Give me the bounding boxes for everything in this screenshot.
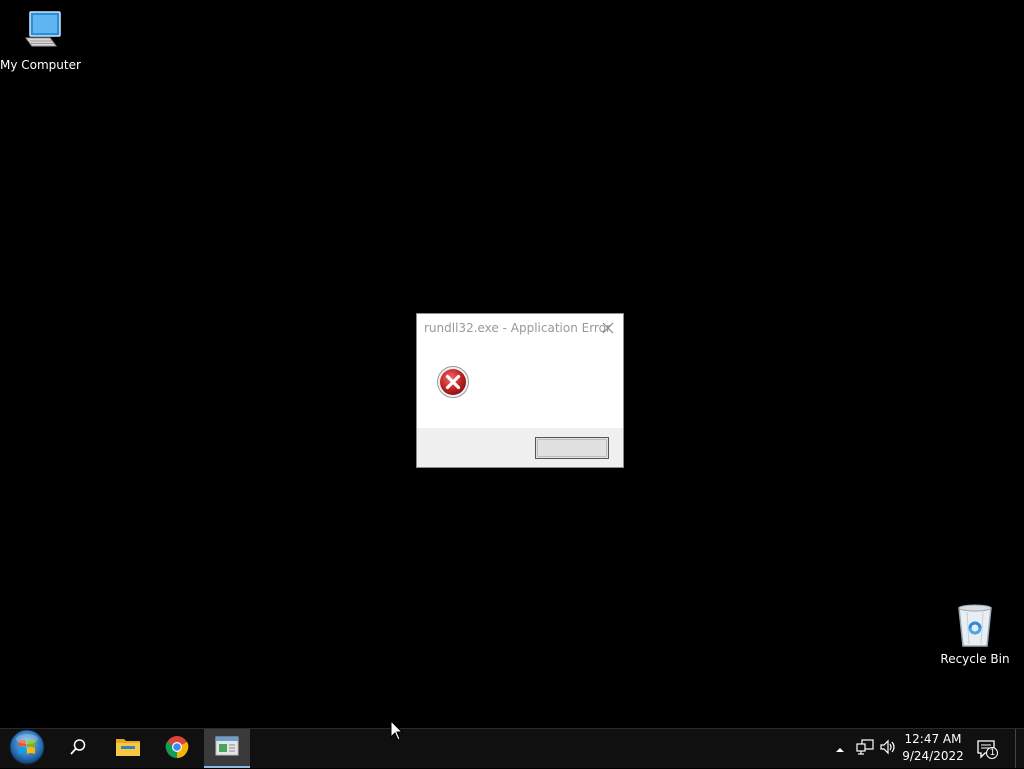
computer-icon	[16, 8, 64, 56]
notification-count-badge: 1	[989, 747, 996, 758]
tray-overflow-button[interactable]	[832, 729, 848, 768]
search-button[interactable]	[56, 729, 100, 768]
taskbar-active-app[interactable]	[204, 729, 250, 768]
close-button[interactable]	[593, 314, 623, 342]
error-dialog: rundll32.exe - Application Error	[416, 313, 624, 468]
dialog-footer	[417, 428, 623, 467]
desktop: My Computer Recycle Bin rundll32.exe - A…	[0, 0, 1024, 728]
recycle-bin-icon	[951, 602, 999, 650]
action-center-icon: 1	[976, 739, 998, 759]
volume-button[interactable]	[878, 729, 898, 768]
error-icon	[436, 365, 470, 399]
action-center-button[interactable]: 1	[972, 729, 1002, 768]
show-desktop-button[interactable]	[1015, 729, 1024, 768]
chevron-up-icon	[835, 739, 845, 758]
clock-time: 12:47 AM	[904, 732, 962, 746]
dialog-titlebar[interactable]: rundll32.exe - Application Error	[417, 314, 623, 343]
network-button[interactable]	[854, 729, 876, 768]
desktop-icon-label: Recycle Bin	[940, 652, 1010, 666]
ok-button[interactable]	[535, 437, 609, 459]
folder-icon	[115, 736, 141, 762]
taskbar-file-explorer[interactable]	[106, 729, 150, 768]
taskbar: 12:47 AM 9/24/2022 1	[0, 728, 1024, 768]
clock[interactable]: 12:47 AM 9/24/2022	[898, 731, 968, 765]
taskbar-chrome[interactable]	[155, 729, 199, 768]
close-icon	[602, 319, 614, 338]
search-icon	[69, 738, 87, 760]
start-button[interactable]	[0, 729, 54, 768]
chrome-icon	[165, 735, 189, 763]
mouse-cursor-icon	[390, 719, 404, 742]
network-icon	[856, 738, 874, 759]
clock-date: 9/24/2022	[902, 749, 964, 763]
windows-start-icon	[9, 729, 45, 769]
dialog-content	[417, 343, 623, 427]
desktop-icon-my-computer[interactable]: My Computer	[0, 8, 81, 72]
volume-icon	[879, 739, 897, 759]
desktop-icon-recycle-bin[interactable]: Recycle Bin	[935, 602, 1015, 666]
desktop-icon-label: My Computer	[0, 58, 81, 72]
dialog-title: rundll32.exe - Application Error	[424, 321, 611, 335]
window-app-icon	[215, 736, 239, 760]
